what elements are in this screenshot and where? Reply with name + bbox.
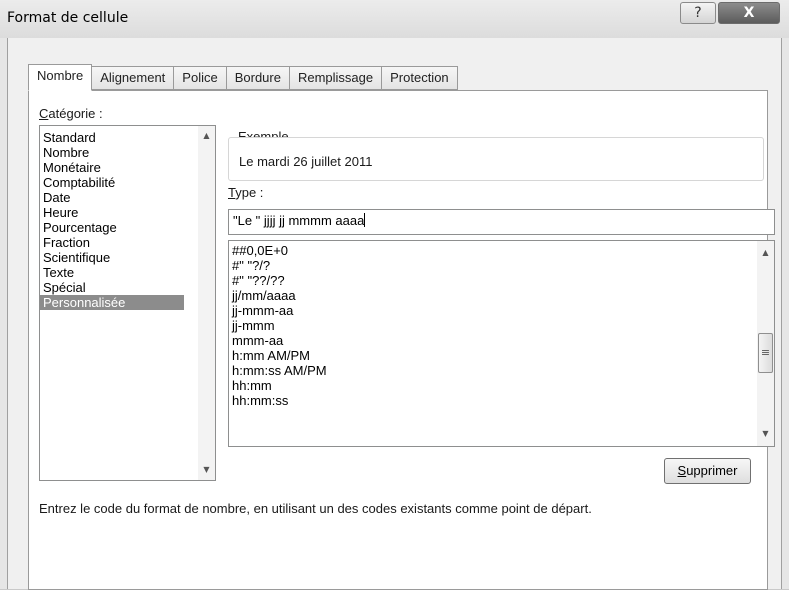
type-option[interactable]: #" "??/?? — [229, 273, 774, 288]
sample-box: Le mardi 26 juillet 2011 — [228, 137, 764, 181]
title-bar[interactable]: Format de cellule ? X — [0, 0, 789, 38]
category-item-personnalisee[interactable]: Personnalisée — [40, 295, 184, 310]
dialog-client-area: Nombre Alignement Police Bordure Remplis… — [7, 38, 782, 590]
category-item-fraction[interactable]: Fraction — [40, 235, 215, 250]
tab-bordure[interactable]: Bordure — [226, 66, 290, 90]
category-scrollbar[interactable]: ▲ ▼ — [198, 126, 215, 480]
type-option[interactable]: #" "?/? — [229, 258, 774, 273]
type-input-value: "Le " jjjj jj mmmm aaaa — [233, 213, 365, 228]
category-item-special[interactable]: Spécial — [40, 280, 215, 295]
category-item-heure[interactable]: Heure — [40, 205, 215, 220]
tab-police[interactable]: Police — [174, 66, 227, 90]
type-option[interactable]: h:mm AM/PM — [229, 348, 774, 363]
type-option[interactable]: jj-mmm — [229, 318, 774, 333]
scroll-down-arrow-icon[interactable]: ▼ — [198, 462, 215, 478]
scroll-down-arrow-icon[interactable]: ▼ — [757, 426, 774, 442]
type-option[interactable]: ##0,0E+0 — [229, 243, 774, 258]
type-label: Type : — [228, 185, 264, 200]
category-item-nombre[interactable]: Nombre — [40, 145, 215, 160]
category-item-comptabilite[interactable]: Comptabilité — [40, 175, 215, 190]
format-cells-dialog: Format de cellule ? X Nombre Alignement … — [0, 0, 789, 590]
tab-remplissage[interactable]: Remplissage — [289, 66, 383, 90]
type-option[interactable]: jj-mmm-aa — [229, 303, 774, 318]
type-scrollbar[interactable]: ▲ ≡ ▼ — [757, 241, 774, 446]
type-option[interactable]: hh:mm:ss — [229, 393, 774, 408]
type-options: ##0,0E+0 #" "?/? #" "??/?? jj/mm/aaaa jj… — [229, 241, 774, 408]
sample-value: Le mardi 26 juillet 2011 — [239, 154, 373, 169]
type-list[interactable]: ##0,0E+0 #" "?/? #" "??/?? jj/mm/aaaa jj… — [228, 240, 775, 447]
type-option[interactable]: mmm-aa — [229, 333, 774, 348]
tab-panel-nombre: Catégorie : Standard Nombre Monétaire Co… — [28, 90, 775, 590]
category-item-monetaire[interactable]: Monétaire — [40, 160, 215, 175]
category-list[interactable]: Standard Nombre Monétaire Comptabilité D… — [39, 125, 216, 481]
text-caret — [364, 213, 366, 227]
type-option[interactable]: hh:mm — [229, 378, 774, 393]
scroll-thumb[interactable]: ≡ — [758, 333, 773, 373]
delete-button[interactable]: Supprimer — [664, 458, 751, 484]
category-item-standard[interactable]: Standard — [40, 130, 215, 145]
help-button[interactable]: ? — [680, 2, 716, 24]
category-label: Catégorie : — [39, 106, 103, 121]
category-item-date[interactable]: Date — [40, 190, 215, 205]
scroll-up-arrow-icon[interactable]: ▲ — [198, 128, 215, 144]
close-button[interactable]: X — [718, 2, 780, 24]
tab-strip: Nombre Alignement Police Bordure Remplis… — [28, 64, 458, 91]
category-items: Standard Nombre Monétaire Comptabilité D… — [40, 126, 215, 310]
category-item-texte[interactable]: Texte — [40, 265, 215, 280]
help-text: Entrez le code du format de nombre, en u… — [39, 501, 592, 516]
type-option[interactable]: jj/mm/aaaa — [229, 288, 774, 303]
type-option[interactable]: h:mm:ss AM/PM — [229, 363, 774, 378]
window-title: Format de cellule — [7, 10, 129, 26]
category-item-scientifique[interactable]: Scientifique — [40, 250, 215, 265]
tab-nombre[interactable]: Nombre — [28, 64, 93, 91]
type-input[interactable]: "Le " jjjj jj mmmm aaaa — [228, 209, 775, 235]
category-item-pourcentage[interactable]: Pourcentage — [40, 220, 215, 235]
tab-alignement[interactable]: Alignement — [92, 66, 175, 90]
tab-protection[interactable]: Protection — [382, 66, 458, 90]
scroll-up-arrow-icon[interactable]: ▲ — [757, 245, 774, 261]
